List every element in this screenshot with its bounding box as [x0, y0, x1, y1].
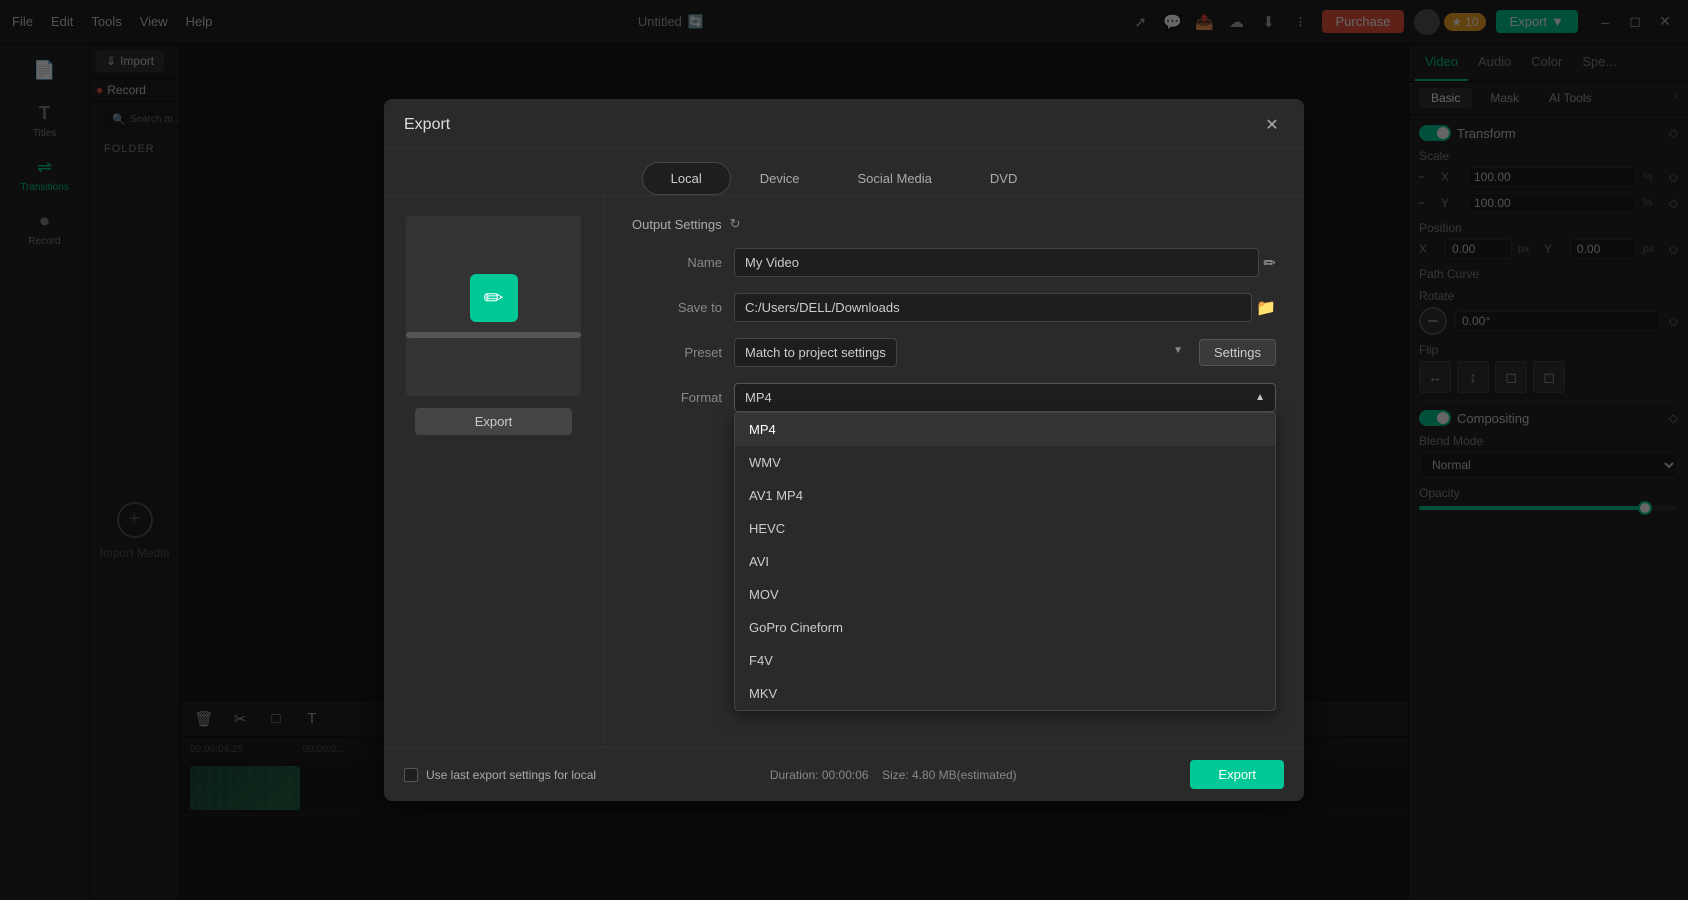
modal-tab-dvd[interactable]: DVD	[961, 162, 1046, 195]
preset-select[interactable]: Match to project settings	[734, 338, 897, 367]
format-row: Format MP4 ▲ MP4 WMV AV1 MP4 HEVC AVI	[632, 383, 1276, 711]
preview-thumb-inner: ✏	[406, 274, 581, 338]
format-label: Format	[632, 390, 722, 405]
format-option-hevc[interactable]: HEVC	[735, 512, 1275, 545]
modal-header: Export ✕	[384, 99, 1304, 148]
duration-label: Duration: 00:00:06	[770, 768, 869, 782]
modal-tab-local[interactable]: Local	[642, 162, 731, 195]
save-to-row: Save to 📁	[632, 293, 1276, 322]
edit-button[interactable]: Export	[415, 408, 573, 435]
format-option-av1mp4[interactable]: AV1 MP4	[735, 479, 1275, 512]
name-label: Name	[632, 255, 722, 270]
preset-label: Preset	[632, 345, 722, 360]
browse-button[interactable]: 📁	[1256, 298, 1276, 318]
output-settings-label: Output Settings ↻	[632, 216, 1276, 232]
output-settings-text: Output Settings	[632, 217, 722, 232]
format-option-f4v[interactable]: F4V	[735, 644, 1275, 677]
output-settings-icon: ↻	[730, 216, 741, 232]
format-option-wmv[interactable]: WMV	[735, 446, 1275, 479]
format-option-mov[interactable]: MOV	[735, 578, 1275, 611]
modal-preview: ✏ Export	[384, 196, 604, 747]
settings-button[interactable]: Settings	[1199, 339, 1276, 366]
preset-caret-icon: ▼	[1173, 345, 1183, 356]
modal-tab-social[interactable]: Social Media	[828, 162, 960, 195]
preset-row: Preset Match to project settings ▼ Setti…	[632, 338, 1276, 367]
export-submit-button[interactable]: Export	[1190, 760, 1284, 789]
modal-body: ✏ Export Output Settings ↻ Name ✏	[384, 196, 1304, 747]
preview-thumbnail: ✏	[406, 216, 581, 396]
ai-edit-icon[interactable]: ✏	[1263, 254, 1276, 272]
name-input[interactable]	[734, 248, 1259, 277]
last-settings-checkbox[interactable]	[404, 768, 418, 782]
format-dropdown-list: MP4 WMV AV1 MP4 HEVC AVI MOV GoPro Cinef…	[734, 412, 1276, 711]
modal-close-button[interactable]: ✕	[1260, 113, 1284, 137]
save-to-label: Save to	[632, 300, 722, 315]
preview-bar	[406, 332, 581, 338]
format-current-value: MP4	[745, 390, 772, 405]
modal-settings: Output Settings ↻ Name ✏ Save to	[604, 196, 1304, 747]
modal-tab-device[interactable]: Device	[731, 162, 829, 195]
last-settings-label: Use last export settings for local	[426, 768, 596, 782]
modal-footer: Use last export settings for local Durat…	[384, 747, 1304, 801]
format-select-button[interactable]: MP4 ▲	[734, 383, 1276, 412]
export-modal: Export ✕ Local Device Social Media DVD ✏…	[384, 99, 1304, 801]
modal-tabs: Local Device Social Media DVD	[384, 148, 1304, 196]
format-option-gopro[interactable]: GoPro Cineform	[735, 611, 1275, 644]
size-label: Size: 4.80 MB(estimated)	[882, 768, 1017, 782]
save-to-group: 📁	[734, 293, 1276, 322]
format-option-mkv[interactable]: MKV	[735, 677, 1275, 710]
format-option-avi[interactable]: AVI	[735, 545, 1275, 578]
modal-title: Export	[404, 116, 450, 134]
name-row: Name ✏	[632, 248, 1276, 277]
preset-group: Match to project settings ▼ Settings	[734, 338, 1276, 367]
preset-select-wrapper: Match to project settings ▼	[734, 338, 1191, 367]
footer-info: Duration: 00:00:06 Size: 4.80 MB(estimat…	[608, 768, 1178, 782]
name-field-group: ✏	[734, 248, 1276, 277]
save-to-input[interactable]	[734, 293, 1252, 322]
modal-overlay: Export ✕ Local Device Social Media DVD ✏…	[0, 0, 1688, 900]
preview-icon: ✏	[470, 274, 518, 322]
last-settings-checkbox-row: Use last export settings for local	[404, 768, 596, 782]
format-caret-icon: ▲	[1255, 392, 1265, 403]
format-option-mp4[interactable]: MP4	[735, 413, 1275, 446]
format-dropdown: MP4 ▲ MP4 WMV AV1 MP4 HEVC AVI MOV GoPro…	[734, 383, 1276, 711]
